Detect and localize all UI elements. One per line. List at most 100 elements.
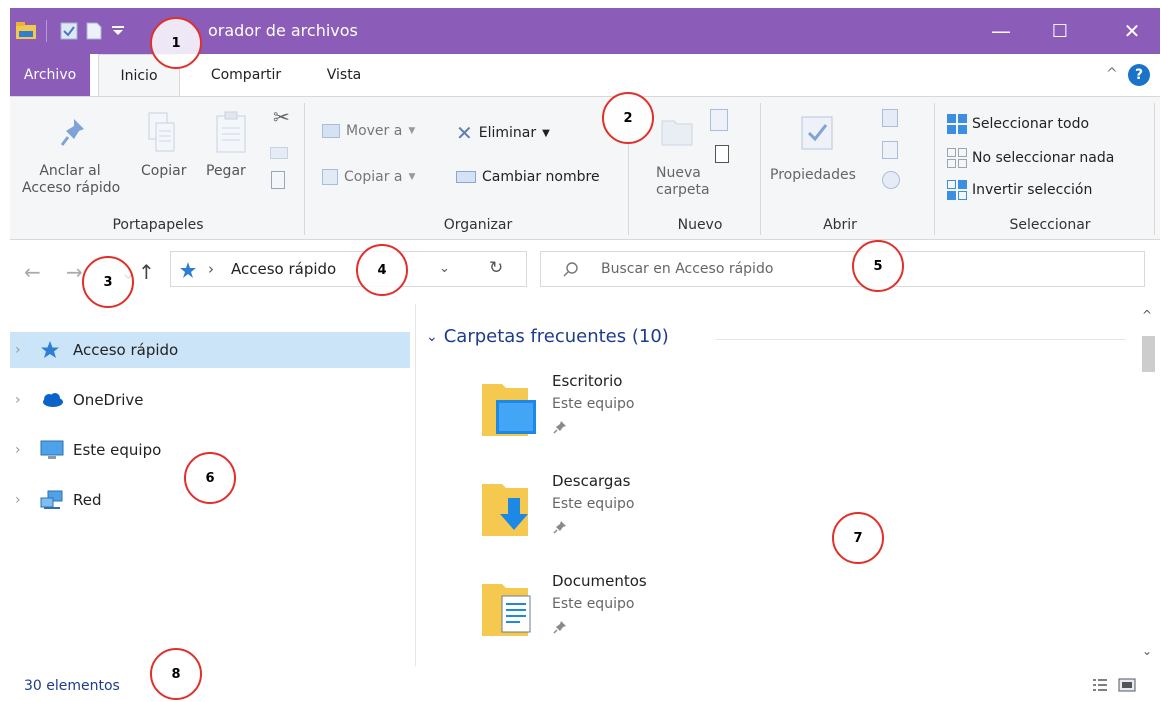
folder-location: Este equipo: [552, 596, 635, 612]
copy-path-icon[interactable]: [270, 147, 288, 159]
move-to-icon: [322, 124, 340, 138]
nav-item-acceso-rapido[interactable]: › Acceso rápido: [10, 332, 410, 368]
folder-item-descargas[interactable]: Descargas Este equipo: [476, 472, 776, 562]
expand-chevron-icon[interactable]: ›: [15, 342, 21, 358]
section-title: Carpetas frecuentes (10): [443, 326, 669, 347]
refresh-icon[interactable]: ↻: [489, 258, 503, 278]
nav-item-label: Este equipo: [73, 441, 162, 459]
ribbon: Anclar al Acceso rápido Copiar Pegar ✂ P…: [10, 96, 1160, 240]
new-folder-icon: [661, 120, 693, 146]
tab-compartir[interactable]: Compartir: [196, 54, 296, 96]
pinned-icon: [553, 521, 566, 534]
pin-quick-access-button[interactable]: Anclar al Acceso rápido: [22, 163, 120, 197]
new-folder-button[interactable]: Nueva carpeta: [656, 165, 710, 199]
help-icon[interactable]: ?: [1128, 64, 1150, 86]
nav-item-label: Acceso rápido: [73, 341, 179, 359]
computer-icon: [40, 440, 64, 459]
select-all-button[interactable]: Seleccionar todo: [946, 113, 1089, 135]
properties-button[interactable]: Propiedades: [770, 167, 856, 184]
delete-button[interactable]: ✕ Eliminar ▼: [456, 121, 550, 145]
invert-selection-button[interactable]: Invertir selección: [946, 179, 1092, 201]
expand-chevron-icon[interactable]: ›: [15, 392, 21, 408]
documents-folder-icon: [482, 584, 531, 636]
move-to-button[interactable]: Mover a ▼: [322, 123, 415, 139]
file-explorer-app-icon[interactable]: [16, 22, 36, 40]
nav-item-onedrive[interactable]: › OneDrive: [10, 382, 410, 418]
folder-location: Este equipo: [552, 496, 635, 512]
pin-label-line1: Anclar al: [39, 163, 101, 179]
seleccionar-group-label: Seleccionar: [1009, 217, 1091, 233]
search-box[interactable]: [540, 251, 1145, 287]
annotation-8: 8: [150, 648, 202, 700]
copy-button[interactable]: Copiar: [141, 163, 186, 180]
invert-selection-icon: [947, 180, 967, 200]
folder-name: Escritorio: [552, 372, 623, 390]
back-arrow-icon[interactable]: ←: [24, 260, 41, 284]
rename-button[interactable]: Cambiar nombre: [456, 169, 600, 185]
large-icons-view-icon[interactable]: [1118, 678, 1136, 692]
tab-vista[interactable]: Vista: [314, 54, 374, 96]
up-arrow-icon[interactable]: ↑: [138, 260, 155, 284]
vertical-scrollbar[interactable]: ^ ⌄: [1140, 304, 1157, 666]
new-item-icon[interactable]: [710, 109, 728, 131]
organizar-group-label: Organizar: [443, 217, 513, 233]
section-divider: [716, 339, 1126, 340]
scroll-thumb[interactable]: [1142, 336, 1155, 372]
details-view-icon[interactable]: [1092, 678, 1108, 692]
move-to-label: Mover a: [346, 123, 403, 139]
annotation-6: 6: [184, 452, 236, 504]
copy-to-icon: [322, 169, 338, 185]
group-divider: [760, 103, 761, 235]
section-header-frecuentes[interactable]: ⌄ Carpetas frecuentes (10): [426, 326, 669, 347]
paste-shortcut-icon[interactable]: [271, 171, 285, 189]
tab-archivo[interactable]: Archivo: [10, 54, 90, 96]
paste-button[interactable]: Pegar: [206, 163, 246, 180]
onedrive-cloud-icon: [43, 393, 63, 407]
expand-chevron-icon[interactable]: ›: [15, 442, 21, 458]
folder-location: Este equipo: [552, 396, 635, 412]
copy-to-button[interactable]: Copiar a ▼: [322, 169, 415, 185]
collapse-ribbon-icon[interactable]: ^: [1106, 66, 1118, 82]
group-divider: [1154, 103, 1155, 235]
copy-icon: [148, 112, 175, 152]
pin-icon: [60, 119, 84, 146]
copy-to-label: Copiar a: [344, 169, 403, 185]
annotation-4: 4: [356, 244, 408, 296]
forward-arrow-icon[interactable]: →: [66, 260, 83, 284]
folder-item-escritorio[interactable]: Escritorio Este equipo: [476, 372, 776, 462]
group-divider: [304, 103, 305, 235]
address-dropdown-icon[interactable]: ⌄: [439, 261, 450, 276]
properties-icon: [801, 116, 833, 150]
network-icon: [40, 490, 63, 509]
address-breadcrumb[interactable]: Acceso rápido: [231, 260, 336, 278]
select-none-button[interactable]: No seleccionar nada: [946, 147, 1114, 169]
easy-access-icon[interactable]: [715, 145, 729, 163]
new-folder-quick-icon[interactable]: [86, 22, 102, 40]
annotation-1: 1: [150, 17, 202, 69]
nav-item-label: Red: [73, 491, 102, 509]
folder-name: Descargas: [552, 472, 631, 490]
abrir-group-label: Abrir: [823, 217, 857, 233]
folder-item-documentos[interactable]: Documentos Este equipo: [476, 572, 776, 662]
group-divider: [934, 103, 935, 235]
close-button[interactable]: ✕: [1104, 8, 1160, 54]
annotation-7: 7: [832, 512, 884, 564]
minimize-button[interactable]: —: [973, 8, 1029, 54]
scroll-up-icon[interactable]: ^: [1142, 308, 1152, 322]
rename-icon: [456, 171, 476, 183]
expand-chevron-icon[interactable]: ›: [15, 492, 21, 508]
desktop-folder-icon: [482, 384, 536, 436]
history-icon[interactable]: [882, 171, 900, 189]
select-all-label: Seleccionar todo: [972, 116, 1090, 132]
cut-icon[interactable]: ✂: [273, 105, 290, 129]
properties-quick-icon[interactable]: [60, 22, 78, 40]
edit-icon[interactable]: [882, 141, 898, 159]
customize-toolbar-icon[interactable]: [112, 26, 124, 36]
paste-icon: [216, 111, 246, 153]
open-icon[interactable]: [882, 109, 898, 127]
scroll-down-icon[interactable]: ⌄: [1142, 644, 1152, 658]
address-bar[interactable]: › Acceso rápido ⌄ ↻: [170, 251, 527, 287]
delete-label: Eliminar: [478, 125, 537, 141]
maximize-button[interactable]: ☐: [1032, 8, 1088, 54]
window-title: orador de archivos: [208, 21, 358, 40]
